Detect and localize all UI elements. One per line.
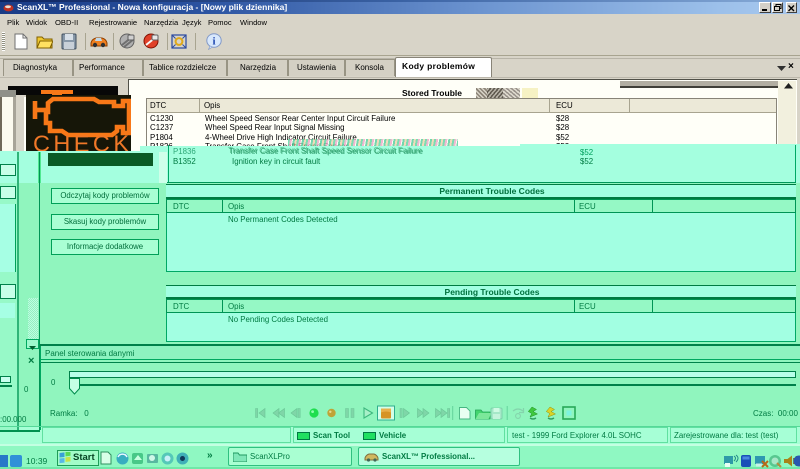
svg-text:CHECK: CHECK <box>33 131 129 153</box>
svg-text:i: i <box>212 36 215 48</box>
